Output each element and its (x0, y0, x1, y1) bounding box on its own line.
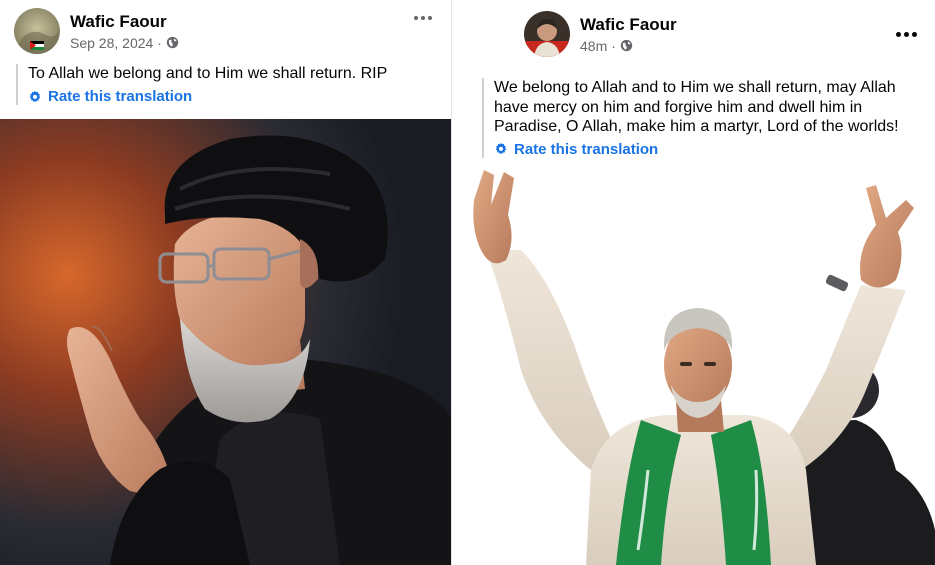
left-post-separator: · (157, 34, 162, 51)
more-dot (421, 16, 425, 20)
left-post-meta: Wafic Faour Sep 28, 2024 · (70, 11, 179, 52)
more-dot (912, 32, 917, 37)
left-post-text: To Allah we belong and to Him we shall r… (28, 65, 388, 82)
gear-icon (495, 142, 507, 155)
right-post-text: We belong to Allah and to Him we shall r… (494, 79, 899, 135)
more-dot (896, 32, 901, 37)
left-post-header: Wafic Faour Sep 28, 2024 · (14, 8, 179, 54)
right-post-meta: Wafic Faour 48m · (580, 14, 677, 55)
right-post-header: Wafic Faour 48m · (524, 11, 677, 57)
left-post-photo[interactable] (0, 119, 451, 565)
right-post-card: Wafic Faour 48m · We belong to Allah and… (460, 0, 935, 565)
left-more-options-button[interactable] (414, 16, 432, 20)
right-author-avatar[interactable] (524, 11, 570, 57)
more-dot (428, 16, 432, 20)
right-rate-translation-link[interactable]: Rate this translation (494, 141, 922, 158)
left-author-name[interactable]: Wafic Faour (70, 11, 179, 32)
right-author-name[interactable]: Wafic Faour (580, 14, 677, 35)
more-dot (904, 32, 909, 37)
right-post-body: We belong to Allah and to Him we shall r… (482, 78, 922, 158)
left-post-body: To Allah we belong and to Him we shall r… (16, 64, 436, 105)
right-post-separator: · (611, 37, 616, 54)
left-post-card: Wafic Faour Sep 28, 2024 · To Allah we b… (0, 0, 452, 565)
gear-icon (29, 90, 41, 102)
right-post-photo[interactable] (466, 170, 935, 565)
more-dot (414, 16, 418, 20)
right-more-options-button[interactable] (896, 32, 917, 37)
left-post-date[interactable]: Sep 28, 2024 (70, 34, 153, 52)
left-author-avatar[interactable] (14, 8, 60, 54)
left-rate-label: Rate this translation (48, 88, 193, 105)
left-post-subline: Sep 28, 2024 · (70, 34, 179, 52)
right-rate-label: Rate this translation (514, 140, 659, 158)
left-rate-translation-link[interactable]: Rate this translation (28, 88, 436, 105)
globe-icon (166, 36, 179, 49)
right-post-subline: 48m · (580, 37, 677, 55)
right-post-date[interactable]: 48m (580, 37, 607, 55)
globe-icon (620, 39, 633, 52)
